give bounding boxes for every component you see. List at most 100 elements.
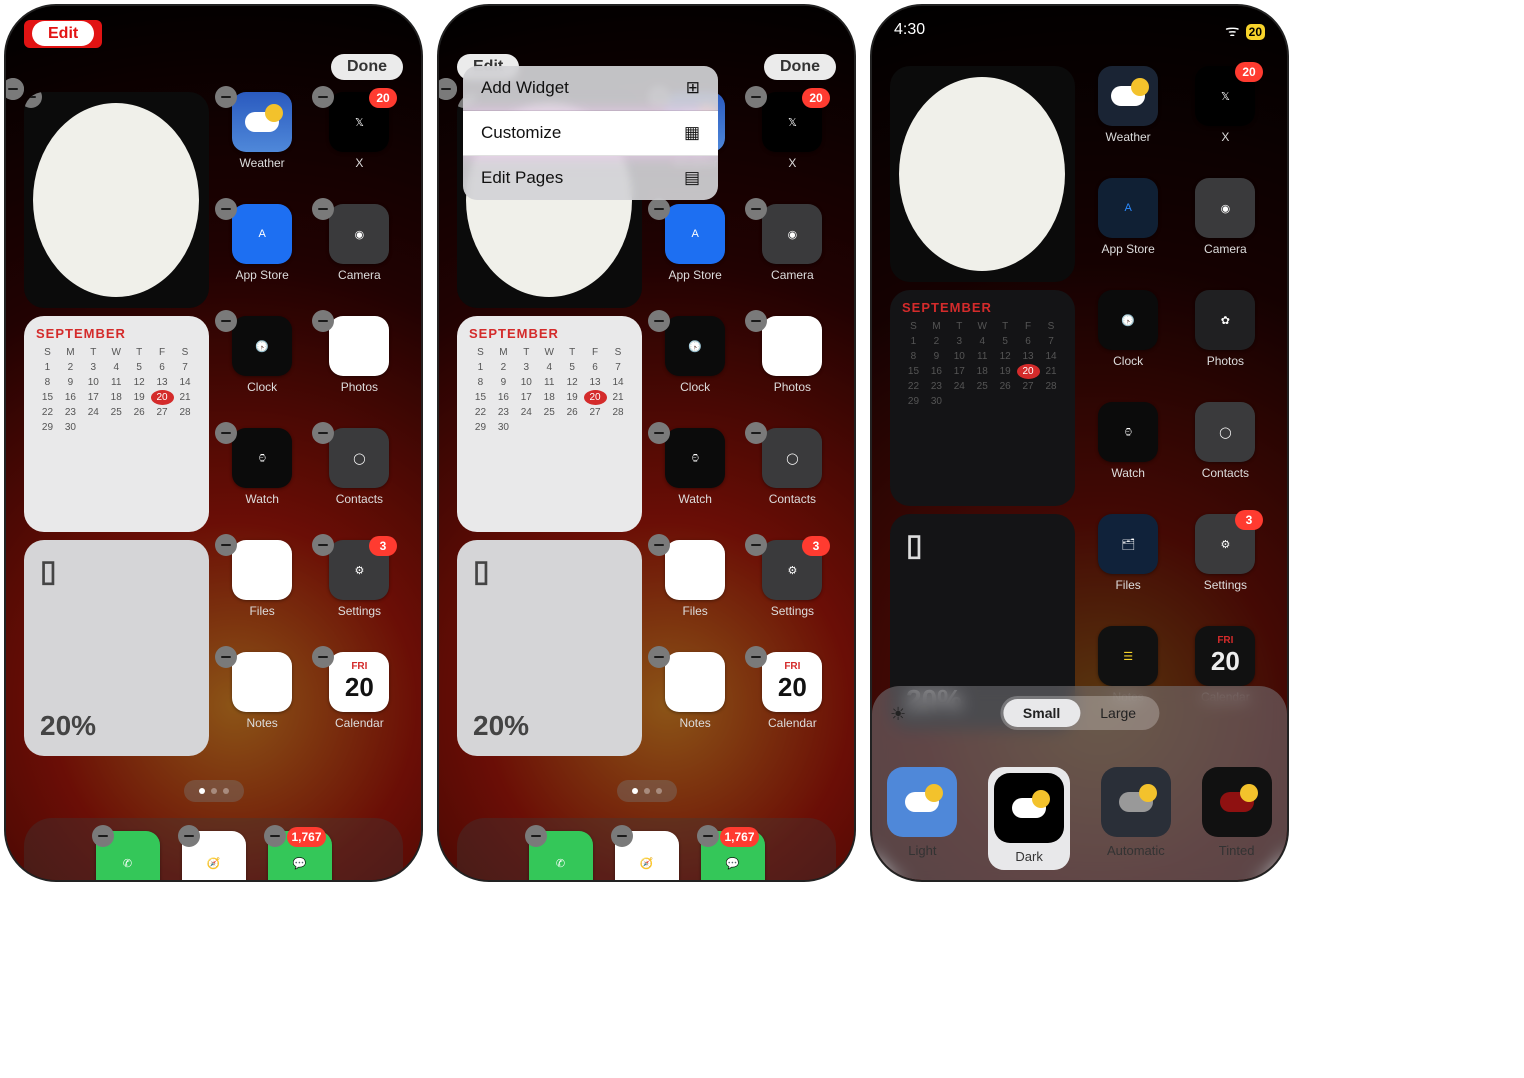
remove-icon[interactable] xyxy=(525,825,547,847)
app-camera[interactable]: ◉Camera xyxy=(749,204,836,308)
done-button[interactable]: Done xyxy=(764,54,836,80)
calendar-widget[interactable]: SEPTEMBER SMTWTFS 1234567 891011121314 1… xyxy=(890,290,1075,506)
app-files[interactable]: 🗂Files xyxy=(219,540,306,644)
remove-icon[interactable] xyxy=(215,422,237,444)
customize-icon: ▦ xyxy=(684,123,700,143)
remove-icon[interactable] xyxy=(745,646,767,668)
app-appstore[interactable]: AApp Store xyxy=(1085,178,1172,282)
app-x[interactable]: 20𝕏X xyxy=(316,92,403,196)
app-notes[interactable]: ☰Notes xyxy=(652,652,739,756)
calendar-widget[interactable]: SEPTEMBER SMTWTFS 1234567 891011121314 1… xyxy=(457,316,642,532)
remove-icon[interactable] xyxy=(697,825,719,847)
remove-icon[interactable] xyxy=(745,86,767,108)
dock-safari[interactable]: 🧭 xyxy=(182,831,246,880)
app-watch[interactable]: ⌚︎Watch xyxy=(1085,402,1172,506)
app-appstore[interactable]: AApp Store xyxy=(652,204,739,308)
app-contacts[interactable]: ◯Contacts xyxy=(749,428,836,532)
segment-large[interactable]: Large xyxy=(1080,699,1156,727)
remove-icon[interactable] xyxy=(312,310,334,332)
wifi-icon: ᯤ xyxy=(1225,19,1240,41)
status-bar xyxy=(439,6,854,50)
remove-icon[interactable] xyxy=(611,825,633,847)
remove-icon[interactable] xyxy=(215,534,237,556)
app-photos[interactable]: ✿Photos xyxy=(749,316,836,420)
remove-icon[interactable] xyxy=(215,310,237,332)
remove-icon[interactable] xyxy=(312,646,334,668)
app-photos[interactable]: ✿Photos xyxy=(1182,290,1269,394)
remove-icon[interactable] xyxy=(264,825,286,847)
remove-icon[interactable] xyxy=(648,198,670,220)
remove-icon[interactable] xyxy=(92,825,114,847)
remove-icon[interactable] xyxy=(745,422,767,444)
status-bar: 4:30 ᯤ20 xyxy=(872,6,1287,50)
segment-small[interactable]: Small xyxy=(1003,699,1080,727)
remove-icon[interactable] xyxy=(215,86,237,108)
dock-phone[interactable]: ✆ xyxy=(96,831,160,880)
menu-add-widget[interactable]: Add Widget⊞ xyxy=(463,66,718,111)
app-settings[interactable]: 3⚙︎Settings xyxy=(1182,514,1269,618)
badge: 3 xyxy=(369,536,397,556)
app-weather[interactable]: Weather xyxy=(1085,66,1172,170)
remove-icon[interactable] xyxy=(24,92,42,108)
theme-light[interactable]: Light xyxy=(887,767,957,870)
remove-icon[interactable] xyxy=(648,422,670,444)
remove-icon[interactable] xyxy=(312,198,334,220)
app-files[interactable]: 🗂Files xyxy=(1085,514,1172,618)
app-photos[interactable]: ✿Photos xyxy=(316,316,403,420)
app-watch[interactable]: ⌚︎Watch xyxy=(219,428,306,532)
icon-size-segment[interactable]: Small Large xyxy=(1000,696,1159,730)
screenshot-1-edit-mode: Edit Done Weather 20𝕏X AApp Store ◉Camer… xyxy=(6,6,421,880)
app-clock[interactable]: 🕟Clock xyxy=(219,316,306,420)
app-settings[interactable]: 3⚙︎Settings xyxy=(316,540,403,644)
home-grid: Weather 20𝕏X AApp Store ◉Camera SEPTEMBE… xyxy=(6,84,421,764)
menu-customize[interactable]: Customize▦ xyxy=(463,111,718,156)
calendar-widget[interactable]: SEPTEMBER SMTWTFS 1234567 891011121314 1… xyxy=(24,316,209,532)
remove-icon[interactable] xyxy=(215,198,237,220)
app-camera[interactable]: ◉Camera xyxy=(316,204,403,308)
remove-icon[interactable] xyxy=(312,422,334,444)
app-weather[interactable]: Weather xyxy=(219,92,306,196)
remove-icon[interactable] xyxy=(215,646,237,668)
theme-tinted[interactable]: Tinted xyxy=(1202,767,1272,870)
app-camera[interactable]: ◉Camera xyxy=(1182,178,1269,282)
brightness-icon[interactable]: ☀︎ xyxy=(890,704,906,725)
dock-messages[interactable]: 1,767💬 xyxy=(268,831,332,880)
clock-widget[interactable] xyxy=(890,66,1075,282)
dock-messages[interactable]: 1,767💬 xyxy=(701,831,765,880)
dock: ✆ 🧭 1,767💬 xyxy=(24,818,403,880)
app-contacts[interactable]: ◯Contacts xyxy=(316,428,403,532)
remove-icon[interactable] xyxy=(312,86,334,108)
page-indicator[interactable] xyxy=(184,780,244,802)
done-button[interactable]: Done xyxy=(331,54,403,80)
remove-icon[interactable] xyxy=(648,534,670,556)
remove-icon[interactable] xyxy=(648,310,670,332)
batteries-widget[interactable]: ▯20% xyxy=(457,540,642,756)
dock-phone[interactable]: ✆ xyxy=(529,831,593,880)
app-appstore[interactable]: AApp Store xyxy=(219,204,306,308)
batteries-widget[interactable]: ▯ 20% xyxy=(24,540,209,756)
remove-icon[interactable] xyxy=(745,310,767,332)
remove-icon[interactable] xyxy=(178,825,200,847)
page-indicator[interactable] xyxy=(617,780,677,802)
remove-icon[interactable] xyxy=(745,534,767,556)
app-watch[interactable]: ⌚︎Watch xyxy=(652,428,739,532)
app-x[interactable]: 20𝕏X xyxy=(1182,66,1269,170)
theme-automatic[interactable]: Automatic xyxy=(1101,767,1171,870)
app-settings[interactable]: 3⚙︎Settings xyxy=(749,540,836,644)
theme-dark[interactable]: Dark xyxy=(988,767,1070,870)
dock-safari[interactable]: 🧭 xyxy=(615,831,679,880)
app-x[interactable]: 20𝕏X xyxy=(749,92,836,196)
app-calendar-icon[interactable]: FRI20Calendar xyxy=(316,652,403,756)
app-notes[interactable]: ☰Notes xyxy=(219,652,306,756)
clock-widget[interactable] xyxy=(24,92,209,308)
app-clock[interactable]: 🕟Clock xyxy=(1085,290,1172,394)
app-calendar-icon[interactable]: FRI20Calendar xyxy=(749,652,836,756)
app-contacts[interactable]: ◯Contacts xyxy=(1182,402,1269,506)
edit-button[interactable]: Edit xyxy=(32,21,94,46)
remove-icon[interactable] xyxy=(745,198,767,220)
app-clock[interactable]: 🕟Clock xyxy=(652,316,739,420)
menu-edit-pages[interactable]: Edit Pages▤ xyxy=(463,156,718,200)
remove-icon[interactable] xyxy=(648,646,670,668)
app-files[interactable]: 🗂Files xyxy=(652,540,739,644)
remove-icon[interactable] xyxy=(312,534,334,556)
